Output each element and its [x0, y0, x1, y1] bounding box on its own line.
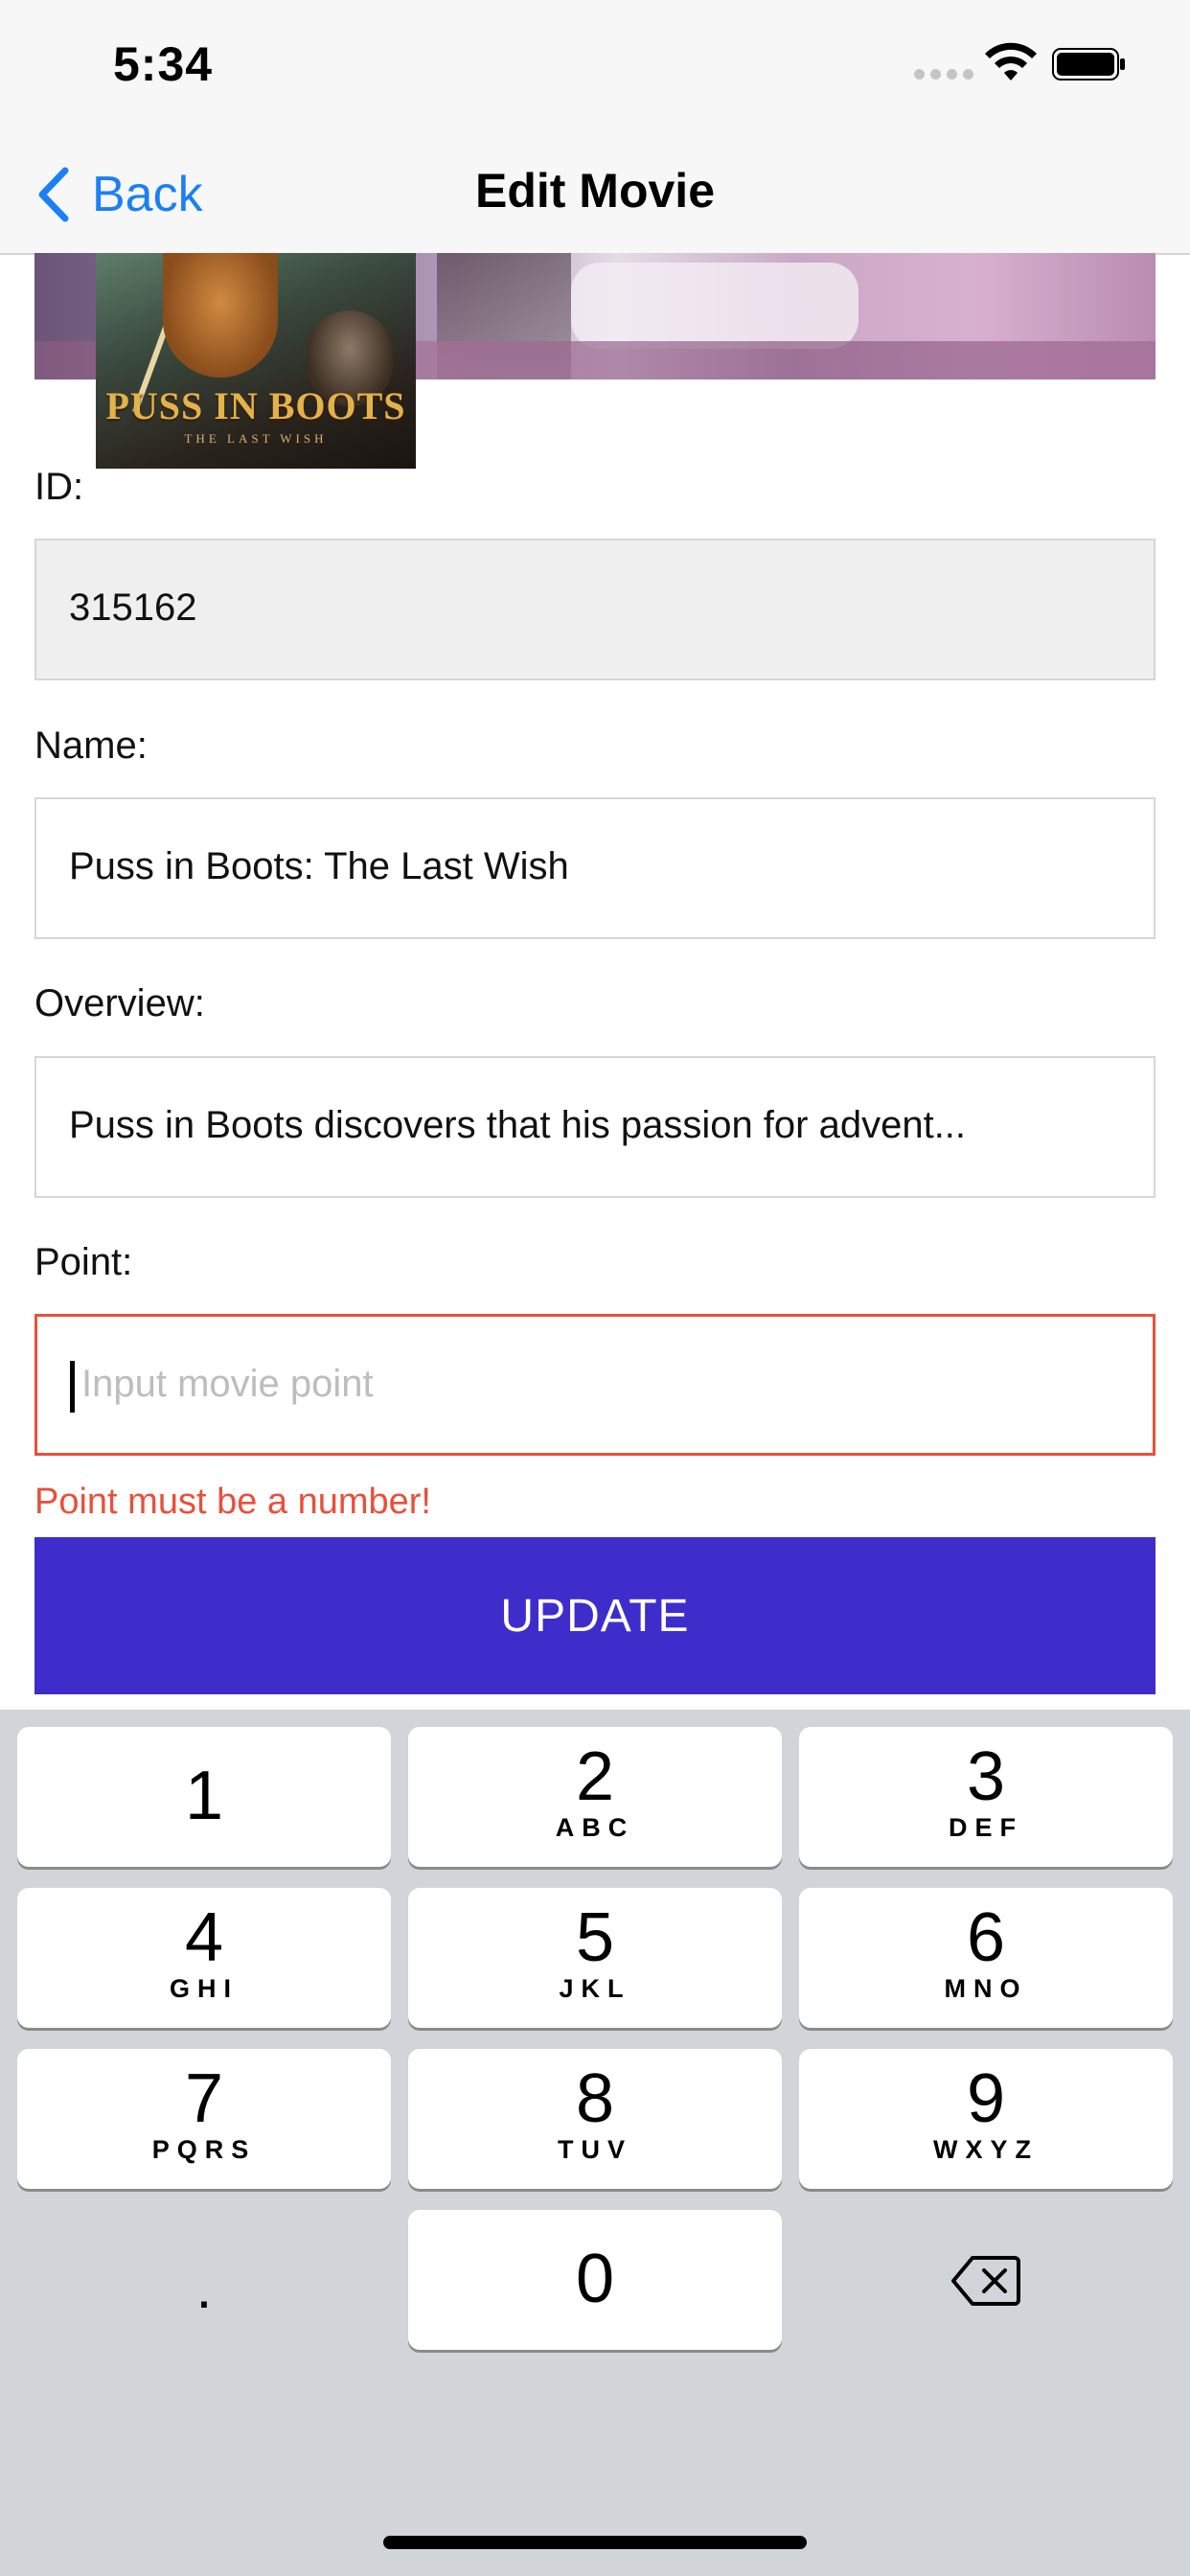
point-label: Point: [34, 1241, 133, 1283]
key-digit: 3 [966, 1738, 1006, 1815]
key-digit: 5 [575, 1899, 615, 1976]
id-field: 315162 [34, 539, 1156, 680]
point-placeholder: Input movie point [81, 1363, 374, 1405]
key-5[interactable]: 5 JKL [408, 1888, 782, 2028]
overview-label: Overview: [34, 982, 205, 1024]
key-6[interactable]: 6 MNO [799, 1888, 1173, 2028]
numeric-keyboard: 1 2 ABC 3 DEF 4 GHI 5 JKL 6 MNO 7 PQRS 8… [0, 1710, 1190, 2576]
key-digit: 2 [575, 1738, 615, 1815]
wifi-icon [985, 42, 1037, 80]
key-3[interactable]: 3 DEF [799, 1727, 1173, 1867]
key-digit: 4 [184, 1899, 224, 1976]
key-digit: 8 [575, 2060, 615, 2137]
name-label: Name: [34, 724, 148, 767]
key-2[interactable]: 2 ABC [408, 1727, 782, 1867]
key-digit: 6 [966, 1899, 1006, 1976]
key-letters: WXYZ [933, 2135, 1039, 2164]
update-button[interactable]: UPDATE [34, 1537, 1156, 1694]
navigation-bar: Back Edit Movie [0, 134, 1190, 255]
signal-dots-icon [914, 69, 973, 80]
key-0[interactable]: 0 [408, 2210, 782, 2350]
delete-backspace-icon [951, 2256, 1020, 2306]
key-letters: PQRS [151, 2135, 257, 2164]
key-letters: DEF [949, 1813, 1023, 1842]
key-letters: MNO [944, 1974, 1028, 2003]
key-8[interactable]: 8 TUV [408, 2049, 782, 2189]
key-digit: 9 [966, 2060, 1006, 2137]
overview-value: Puss in Boots discovers that his passion… [69, 1104, 967, 1146]
key-decimal-point[interactable]: . [17, 2210, 391, 2350]
poster-subtitle: THE LAST WISH [184, 431, 328, 446]
page-title: Edit Movie [474, 164, 716, 218]
key-digit: 1 [184, 1758, 224, 1834]
key-9[interactable]: 9 WXYZ [799, 2049, 1173, 2189]
key-1[interactable]: 1 [17, 1727, 391, 1867]
battery-icon [1052, 48, 1125, 80]
point-input[interactable]: Input movie point [34, 1314, 1156, 1456]
id-label: ID: [34, 466, 84, 508]
key-digit: 0 [575, 2241, 615, 2317]
key-4[interactable]: 4 GHI [17, 1888, 391, 2028]
key-letters: TUV [558, 2135, 632, 2164]
status-time: 5:34 [113, 37, 214, 91]
key-letters: ABC [555, 1813, 635, 1842]
home-indicator [383, 2536, 807, 2549]
status-bar: 5:34 [0, 0, 1190, 134]
key-7[interactable]: 7 PQRS [17, 2049, 391, 2189]
key-letters: JKL [559, 1974, 631, 2003]
overview-field[interactable]: Puss in Boots discovers that his passion… [34, 1056, 1156, 1198]
key-digit: 7 [184, 2060, 224, 2137]
key-letters: GHI [169, 1974, 239, 2003]
movie-poster-image: PUSS IN BOOTS THE LAST WISH [96, 253, 416, 469]
delete-key[interactable] [799, 2210, 1173, 2350]
name-value: Puss in Boots: The Last Wish [69, 845, 569, 887]
point-error-message: Point must be a number! [34, 1482, 431, 1522]
name-field[interactable]: Puss in Boots: The Last Wish [34, 797, 1156, 939]
text-cursor [70, 1361, 75, 1413]
poster-title: PUSS IN BOOTS [105, 384, 406, 427]
key-dot: . [195, 2256, 213, 2320]
id-value: 315162 [69, 586, 197, 629]
